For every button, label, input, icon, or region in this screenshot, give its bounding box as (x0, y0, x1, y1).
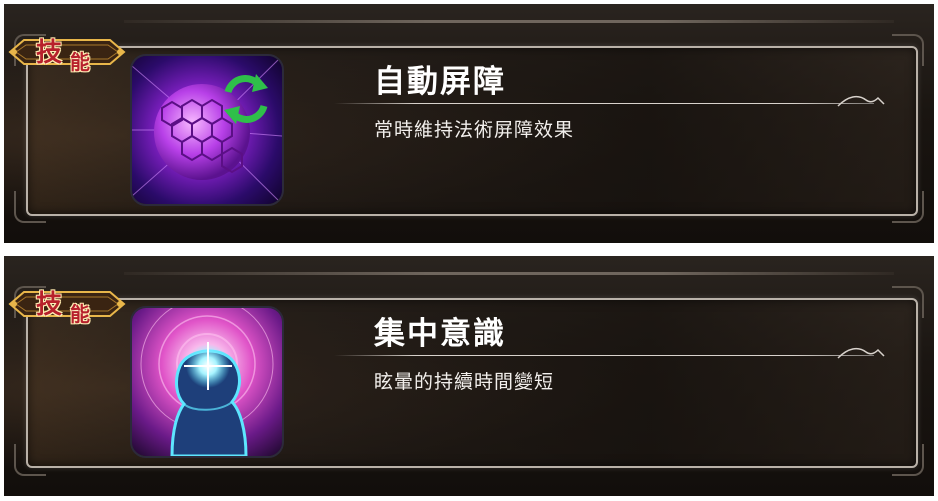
divider-flourish (837, 95, 885, 107)
skill-description: 眩暈的持續時間變短 (374, 371, 555, 393)
card-top-border (124, 20, 894, 23)
glowing-head-focus-icon[interactable] (130, 306, 284, 458)
card-top-border (124, 272, 894, 275)
title-divider (334, 355, 874, 356)
skill-badge: 技 能 (6, 278, 128, 328)
skill-badge: 技 能 (6, 26, 128, 76)
badge-char-1: 技 (36, 38, 63, 68)
title-divider (334, 103, 874, 104)
skill-description: 常時維持法術屏障效果 (374, 119, 575, 141)
badge-char-2: 能 (70, 50, 90, 74)
divider-flourish (837, 347, 885, 359)
badge-char-1: 技 (36, 290, 63, 320)
skill-title: 自動屏障 (374, 64, 506, 100)
skill-card: 技 能 (4, 4, 934, 243)
skill-title: 集中意識 (374, 316, 506, 352)
hex-shield-refresh-icon[interactable] (130, 54, 284, 206)
skill-card: 技 能 (4, 256, 934, 496)
badge-char-2: 能 (70, 302, 90, 326)
